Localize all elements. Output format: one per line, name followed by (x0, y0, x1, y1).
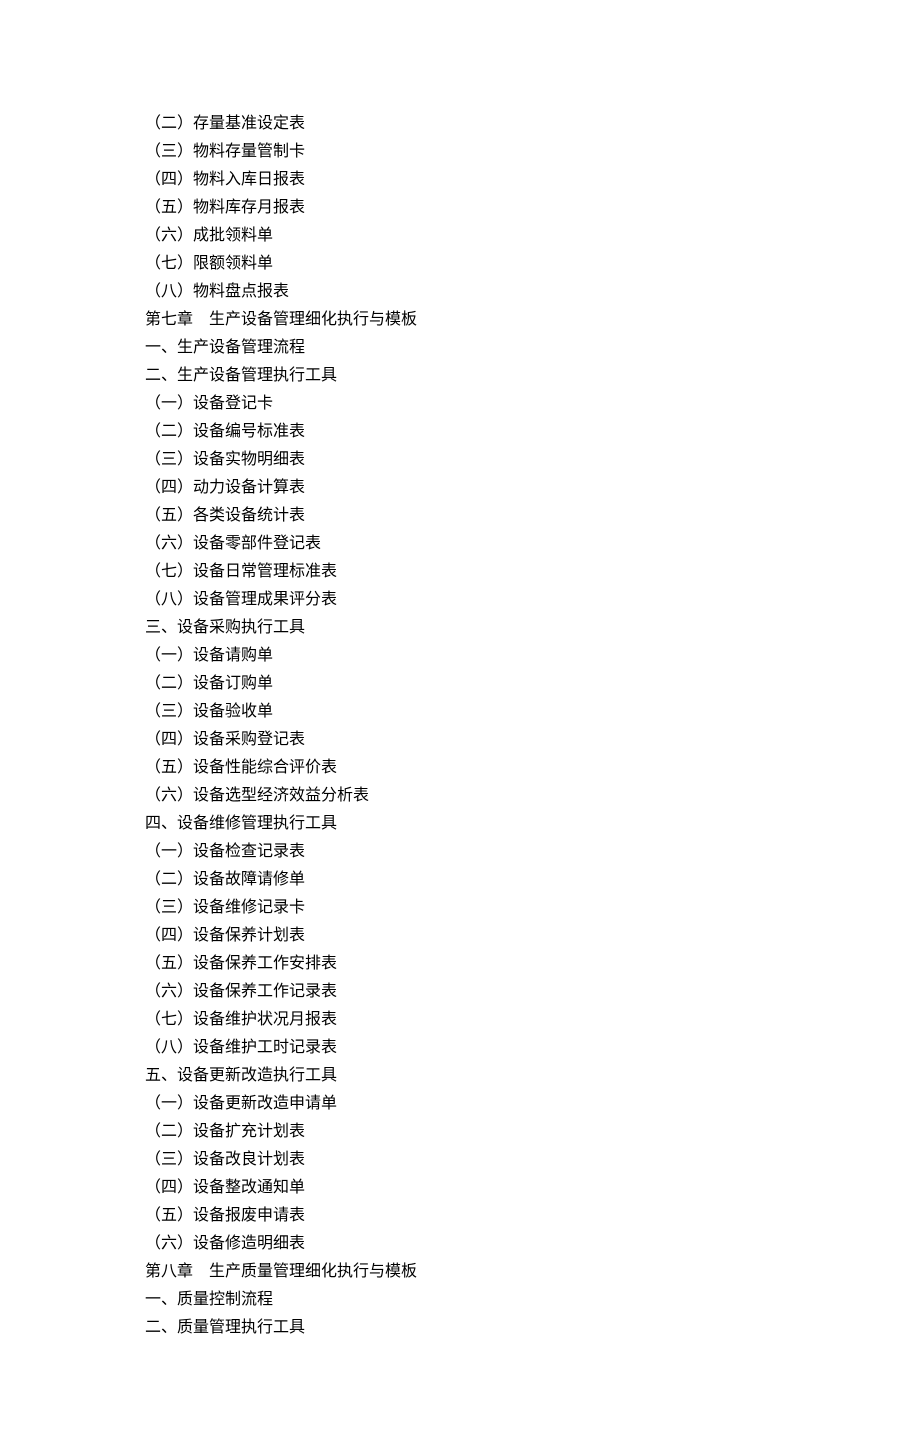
toc-line: （四）动力设备计算表 (145, 474, 775, 502)
toc-line: （三）物料存量管制卡 (145, 138, 775, 166)
toc-list: （二）存量基准设定表（三）物料存量管制卡（四）物料入库日报表（五）物料库存月报表… (145, 110, 775, 1342)
toc-line: 四、设备维修管理执行工具 (145, 810, 775, 838)
toc-line: 三、设备采购执行工具 (145, 614, 775, 642)
toc-line: （六）设备零部件登记表 (145, 530, 775, 558)
toc-line: （五）各类设备统计表 (145, 502, 775, 530)
toc-line: 五、设备更新改造执行工具 (145, 1062, 775, 1090)
toc-line: （七）设备维护状况月报表 (145, 1006, 775, 1034)
toc-line: （七）设备日常管理标准表 (145, 558, 775, 586)
toc-line: （五）设备报废申请表 (145, 1202, 775, 1230)
toc-line: 二、生产设备管理执行工具 (145, 362, 775, 390)
toc-line: （二）设备订购单 (145, 670, 775, 698)
toc-line: （一）设备检查记录表 (145, 838, 775, 866)
toc-line: （五）设备保养工作安排表 (145, 950, 775, 978)
toc-line: （八）设备管理成果评分表 (145, 586, 775, 614)
toc-line: 第八章 生产质量管理细化执行与模板 (145, 1258, 775, 1286)
toc-line: 二、质量管理执行工具 (145, 1314, 775, 1342)
toc-line: （四）物料入库日报表 (145, 166, 775, 194)
toc-line: （三）设备维修记录卡 (145, 894, 775, 922)
toc-line: （八）物料盘点报表 (145, 278, 775, 306)
toc-line: （二）设备扩充计划表 (145, 1118, 775, 1146)
toc-line: （三）设备实物明细表 (145, 446, 775, 474)
toc-line: （六）设备修造明细表 (145, 1230, 775, 1258)
toc-line: （五）物料库存月报表 (145, 194, 775, 222)
toc-line: （二）设备编号标准表 (145, 418, 775, 446)
toc-line: 第七章 生产设备管理细化执行与模板 (145, 306, 775, 334)
toc-line: （一）设备请购单 (145, 642, 775, 670)
toc-line: （二）存量基准设定表 (145, 110, 775, 138)
toc-line: （七）限额领料单 (145, 250, 775, 278)
toc-line: （四）设备保养计划表 (145, 922, 775, 950)
toc-line: 一、生产设备管理流程 (145, 334, 775, 362)
toc-line: （六）设备保养工作记录表 (145, 978, 775, 1006)
toc-line: （六）成批领料单 (145, 222, 775, 250)
document-page: （二）存量基准设定表（三）物料存量管制卡（四）物料入库日报表（五）物料库存月报表… (0, 0, 920, 1442)
toc-line: （一）设备更新改造申请单 (145, 1090, 775, 1118)
toc-line: （三）设备改良计划表 (145, 1146, 775, 1174)
toc-line: （六）设备选型经济效益分析表 (145, 782, 775, 810)
toc-line: （八）设备维护工时记录表 (145, 1034, 775, 1062)
toc-line: （四）设备采购登记表 (145, 726, 775, 754)
toc-line: （五）设备性能综合评价表 (145, 754, 775, 782)
toc-line: （三）设备验收单 (145, 698, 775, 726)
toc-line: （二）设备故障请修单 (145, 866, 775, 894)
toc-line: 一、质量控制流程 (145, 1286, 775, 1314)
toc-line: （一）设备登记卡 (145, 390, 775, 418)
toc-line: （四）设备整改通知单 (145, 1174, 775, 1202)
